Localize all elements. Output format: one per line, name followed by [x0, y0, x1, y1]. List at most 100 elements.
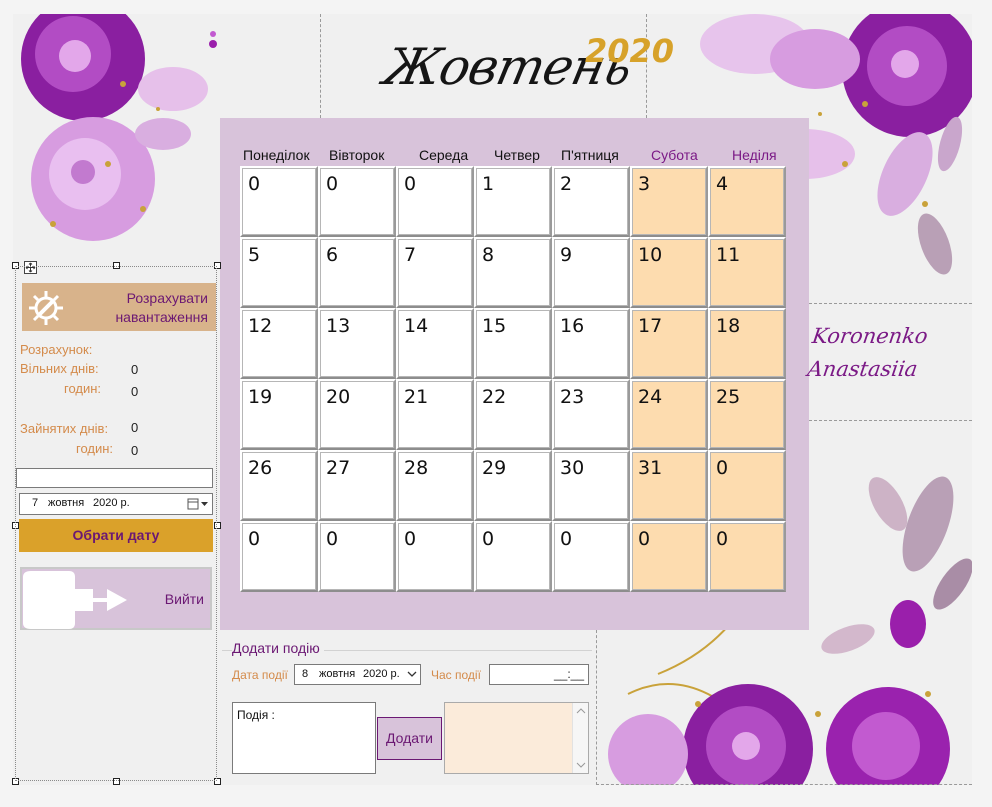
calendar-cell[interactable]: 21	[396, 379, 474, 450]
calendar-cell[interactable]: 30	[552, 450, 630, 521]
calendar-cell-weekend[interactable]: 10	[630, 237, 708, 308]
calendar-cell[interactable]: 7	[396, 237, 474, 308]
pick-date-button[interactable]: Обрати дату	[19, 519, 213, 552]
calendar-cell[interactable]: 0	[240, 521, 318, 592]
event-date-picker[interactable]: 8 жовтня 2020 р.	[294, 664, 421, 685]
weekday-label: Четвер	[494, 147, 540, 163]
weekday-label: П'ятниця	[561, 147, 619, 163]
calendar-cell[interactable]: 20	[318, 379, 396, 450]
calendar-cell-weekend[interactable]: 31	[630, 450, 708, 521]
calendar-cell[interactable]: 0	[474, 521, 552, 592]
date-picker-month: жовтня	[48, 497, 85, 509]
date-picker-year: 2020 р.	[93, 497, 130, 509]
exit-plug-icon	[23, 571, 127, 629]
calendar-cell[interactable]: 19	[240, 379, 318, 450]
calendar-cell[interactable]: 0	[318, 521, 396, 592]
calendar-cell-weekend[interactable]: 18	[708, 308, 786, 379]
calendar-cell-weekend[interactable]: 24	[630, 379, 708, 450]
calendar-cell[interactable]: 8	[474, 237, 552, 308]
calculate-load-label-2: навантаження	[115, 309, 208, 325]
calendar-cell[interactable]: 26	[240, 450, 318, 521]
calculate-load-button[interactable]: Розрахувати навантаження	[22, 283, 216, 331]
exit-label: Вийти	[164, 591, 204, 607]
calendar-cell[interactable]: 2	[552, 166, 630, 237]
calendar-cell-weekend[interactable]: 0	[708, 450, 786, 521]
add-event-title: Додати подію	[232, 640, 324, 656]
add-event-button[interactable]: Додати	[377, 717, 442, 760]
calendar-cell[interactable]: 14	[396, 308, 474, 379]
layout-separator	[596, 784, 972, 785]
chevron-down-icon[interactable]	[407, 671, 417, 678]
weekday-label: Понеділок	[243, 147, 310, 163]
date-picker-day: 7	[32, 497, 39, 509]
calendar-cell[interactable]: 13	[318, 308, 396, 379]
calendar-cell[interactable]: 29	[474, 450, 552, 521]
scroll-up-icon[interactable]	[576, 708, 586, 714]
calendar-cell-weekend[interactable]: 17	[630, 308, 708, 379]
events-list[interactable]	[444, 702, 589, 774]
weekday-label-weekend: Неділя	[732, 147, 777, 163]
calendar-cell-weekend[interactable]: 4	[708, 166, 786, 237]
calculate-load-label-1: Розрахувати	[126, 290, 208, 306]
calendar-cell[interactable]: 0	[396, 166, 474, 237]
flower-decoration-top-left	[21, 14, 217, 241]
calendar-cell-weekend[interactable]: 0	[708, 521, 786, 592]
calendar-cell[interactable]: 28	[396, 450, 474, 521]
calendar-cell[interactable]: 23	[552, 379, 630, 450]
layout-separator	[596, 630, 597, 785]
weekday-label: Вівторок	[329, 147, 385, 163]
busy-days-label: Зайнятих днів:	[20, 421, 109, 436]
calendar-cell[interactable]: 27	[318, 450, 396, 521]
exit-button[interactable]: Вийти	[20, 567, 212, 630]
calendar-cell[interactable]: 0	[240, 166, 318, 237]
calendar-cell[interactable]: 9	[552, 237, 630, 308]
calendar-cell[interactable]: 0	[396, 521, 474, 592]
free-hours-label: годин:	[64, 381, 102, 396]
weekday-label-weekend: Субота	[651, 147, 698, 163]
event-date-month: жовтня	[319, 668, 356, 680]
layout-separator	[809, 303, 972, 304]
author-first-line: Koronenko	[810, 324, 930, 348]
scroll-down-icon[interactable]	[576, 762, 586, 768]
layout-separator	[809, 420, 972, 421]
busy-days-value: 0	[131, 420, 139, 435]
author-second-line: Anastasiia	[806, 357, 920, 381]
free-days-value: 0	[131, 362, 139, 377]
calendar-cell[interactable]: 0	[552, 521, 630, 592]
calendar-cell[interactable]: 1	[474, 166, 552, 237]
calendar-cell-weekend[interactable]: 0	[630, 521, 708, 592]
weekday-label: Середа	[419, 147, 469, 163]
event-date-year: 2020 р.	[363, 668, 400, 680]
events-list-scrollbar[interactable]	[572, 703, 588, 773]
calendar-cell-weekend[interactable]: 11	[708, 237, 786, 308]
author-name: Koronenko Anastasiia	[805, 320, 930, 386]
free-days-label: Вільних днів:	[20, 361, 99, 376]
date-picker[interactable]: 7 жовтня 2020 р.	[19, 493, 213, 515]
calendar-cell-weekend[interactable]: 25	[708, 379, 786, 450]
weekday-header-row: Понеділок Вівторок Середа Четвер П'ятниц…	[0, 147, 992, 167]
text-input[interactable]	[16, 468, 213, 488]
event-text-input[interactable]: Подія :	[232, 702, 376, 774]
layout-separator	[320, 14, 321, 118]
calendar-cell[interactable]: 6	[318, 237, 396, 308]
gear-wrench-icon	[29, 291, 63, 325]
calendar-grid: 0 0 0 1 2 3 4 5 6 7 8 9 10 11 12 13 14 15 16 17 18 19 20 21 22 23…	[240, 166, 786, 592]
calc-heading: Розрахунок:	[20, 342, 93, 357]
calendar-cell[interactable]: 16	[552, 308, 630, 379]
busy-hours-value: 0	[131, 443, 139, 458]
event-date-day: 8	[302, 668, 309, 680]
calendar-cell[interactable]: 15	[474, 308, 552, 379]
calendar-cell[interactable]: 5	[240, 237, 318, 308]
event-date-label: Дата події	[232, 668, 288, 682]
left-panel: Розрахувати навантаження Розрахунок: Віл…	[12, 261, 221, 785]
calendar-dropdown-icon[interactable]	[187, 498, 209, 510]
calendar-cell-weekend[interactable]: 3	[630, 166, 708, 237]
event-time-input[interactable]: __:__	[489, 664, 589, 685]
free-hours-value: 0	[131, 384, 139, 399]
event-time-label: Час події	[431, 668, 481, 682]
calendar-cell[interactable]: 22	[474, 379, 552, 450]
year-title: 2020	[585, 32, 675, 70]
busy-hours-label: годин:	[76, 441, 114, 456]
calendar-cell[interactable]: 0	[318, 166, 396, 237]
calendar-cell[interactable]: 12	[240, 308, 318, 379]
